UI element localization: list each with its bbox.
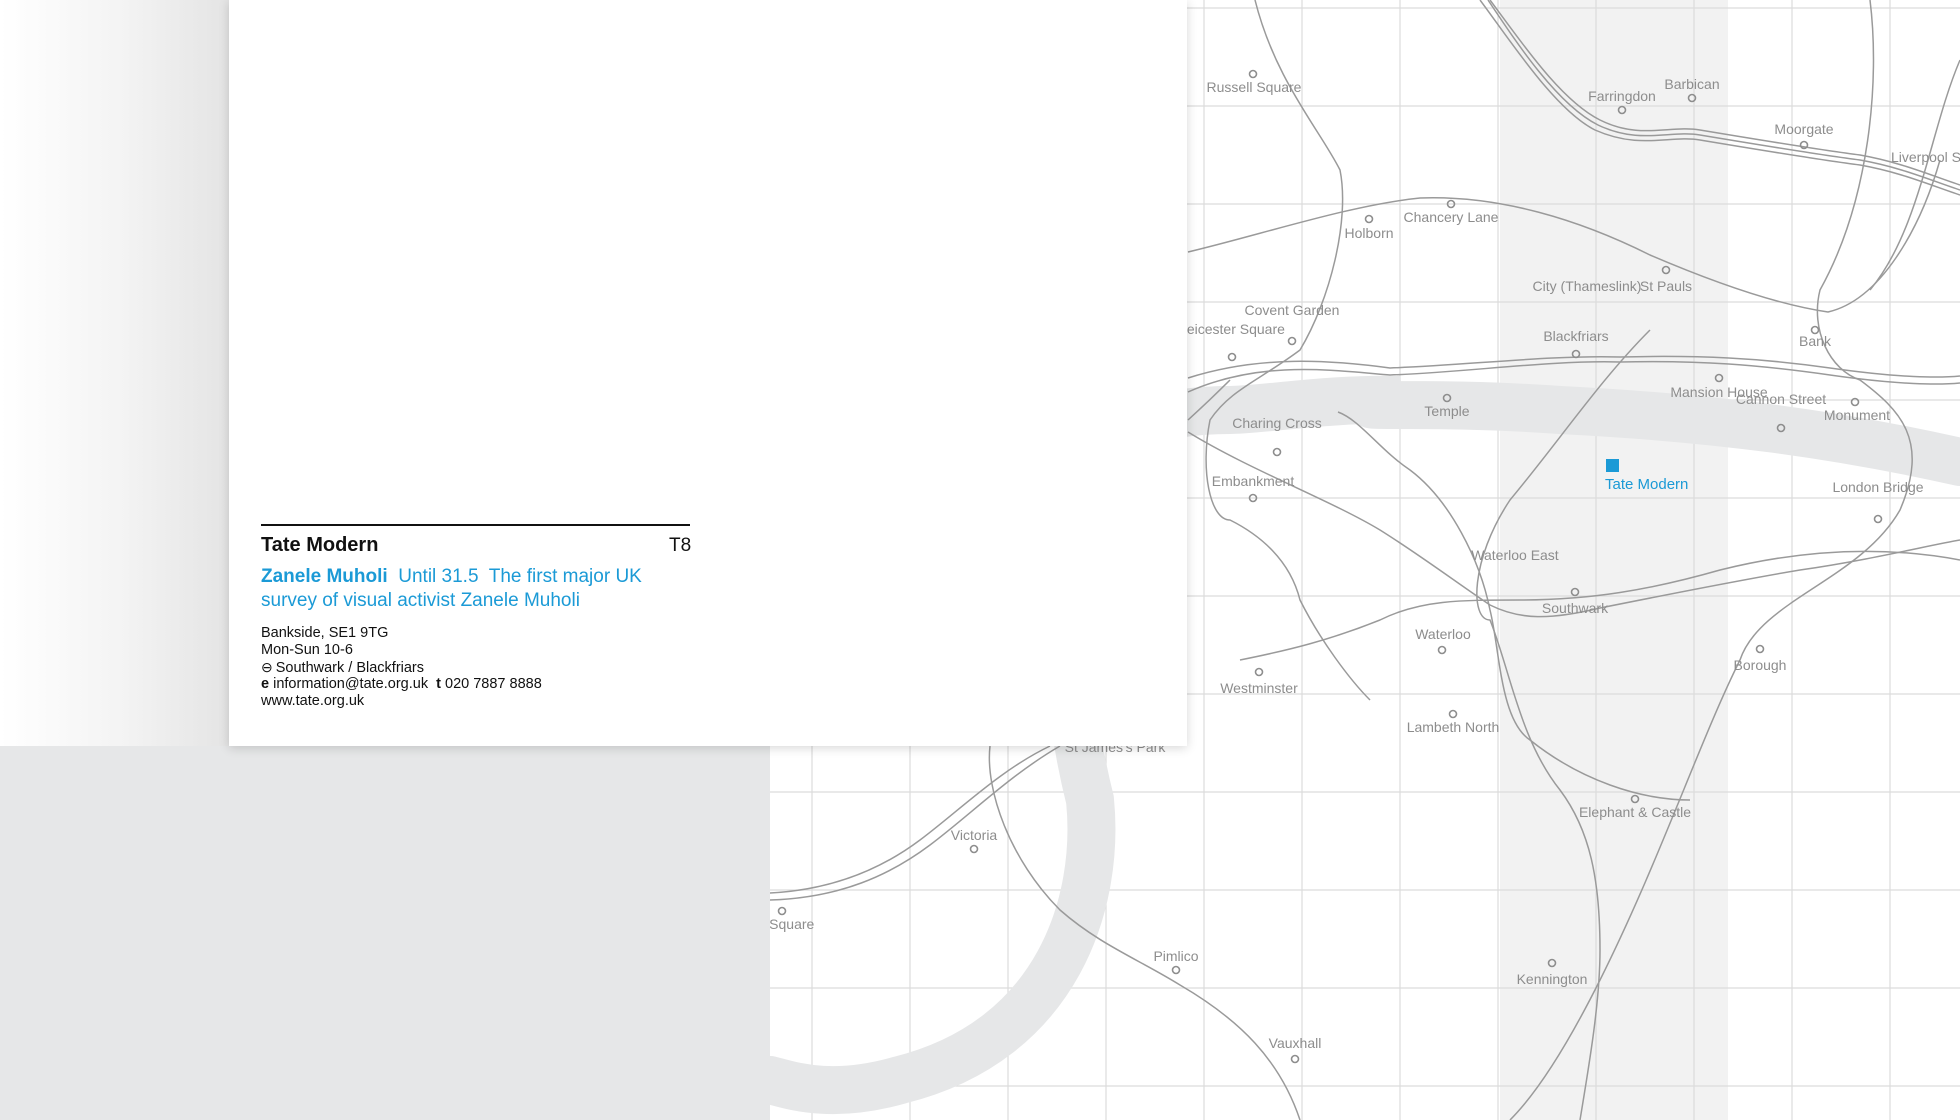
venue-address: Bankside, SE1 9TG — [261, 625, 389, 641]
phone-number[interactable]: 020 7887 8888 — [445, 676, 542, 692]
station-label: Monument — [1824, 407, 1890, 423]
tube-lines-southwest — [769, 745, 1301, 1120]
station-label: Elephant & Castle — [1579, 804, 1691, 820]
station-label: Covent Garden — [1245, 302, 1340, 318]
location-square-icon — [1606, 459, 1619, 472]
underground-icon: ⊖ — [261, 659, 273, 675]
station-label: Farringdon — [1588, 88, 1656, 104]
station-label: City (Thameslink) — [1533, 278, 1642, 294]
venue-hours: Mon-Sun 10-6 — [261, 642, 353, 658]
background-fade — [0, 0, 230, 746]
website-link[interactable]: www.tate.org.uk — [261, 693, 364, 710]
station-label: Leicester Square — [1179, 321, 1285, 337]
station-label: Temple — [1424, 403, 1469, 419]
station-label: Chancery Lane — [1404, 209, 1499, 225]
station-label: Lambeth North — [1407, 719, 1500, 735]
station-label: Blackfriars — [1543, 328, 1608, 344]
venue-info-card: Tate Modern T8 Zanele Muholi Until 31.5 … — [229, 0, 1187, 746]
station-label: Barbican — [1664, 76, 1719, 92]
email-key: e — [261, 676, 270, 692]
exhibition-dates: Until 31.5 — [398, 566, 479, 587]
station-label: Westminster — [1220, 680, 1298, 696]
card-divider — [261, 524, 690, 526]
phone-key: t — [436, 676, 441, 692]
exhibition-summary: Zanele Muholi Until 31.5 The first major… — [261, 565, 681, 613]
station-label: Victoria — [951, 827, 998, 843]
station-label: Cannon Street — [1736, 391, 1826, 407]
station-label: Waterloo East — [1471, 547, 1559, 563]
station-label: Pimlico — [1153, 948, 1198, 964]
station-label: London Bridge — [1832, 479, 1923, 495]
exhibition-title[interactable]: Zanele Muholi — [261, 566, 388, 587]
station-label: St Pauls — [1640, 278, 1692, 294]
station-label: Kennington — [1517, 971, 1588, 987]
station-label: Bank — [1799, 333, 1832, 349]
email-link[interactable]: information@tate.org.uk — [273, 676, 428, 692]
station-label: Russell Square — [1207, 79, 1302, 95]
venue-contact: e information@tate.org.uk t 020 7887 888… — [261, 676, 542, 693]
tate-modern-map-label: Tate Modern — [1605, 476, 1688, 493]
station-label: Charing Cross — [1232, 415, 1321, 431]
station-label: Southwark — [1542, 600, 1609, 616]
venue-name: Tate Modern — [261, 534, 379, 556]
station-label: Waterloo — [1415, 626, 1471, 642]
station-label: Holborn — [1344, 225, 1393, 241]
background-panel — [0, 746, 770, 1120]
station-label: Vauxhall — [1269, 1035, 1322, 1051]
station-label: Moorgate — [1774, 121, 1833, 137]
venue-code: T8 — [669, 535, 692, 556]
station-label: Liverpool Street — [1891, 149, 1960, 165]
tube-stations: Southwark / Blackfriars — [275, 660, 425, 676]
station-label: Borough — [1734, 657, 1787, 673]
station-label: Embankment — [1212, 473, 1295, 489]
venue-transport: ⊖ Southwark / Blackfriars — [261, 659, 424, 677]
